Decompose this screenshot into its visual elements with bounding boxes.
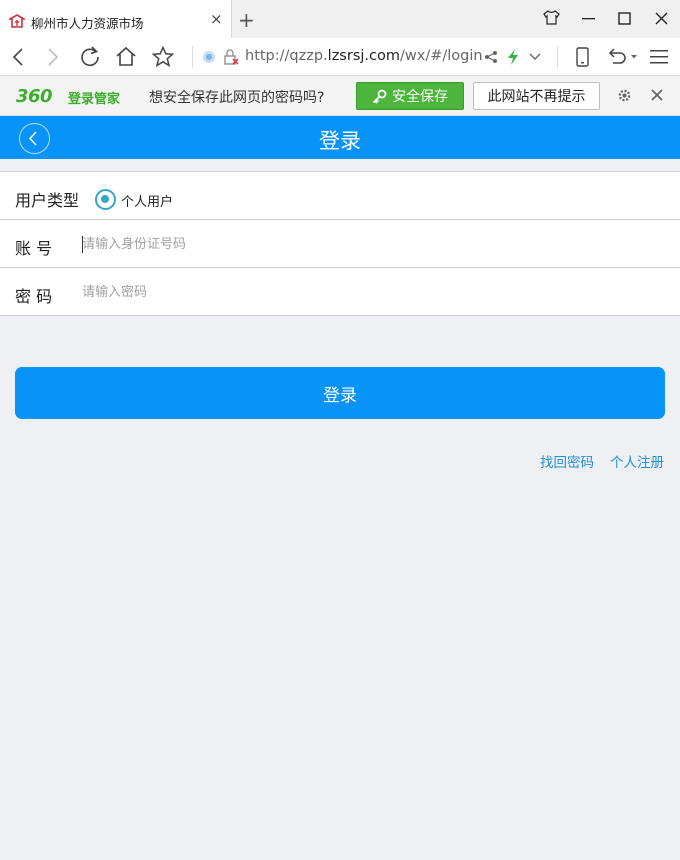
menu-hamburger-icon[interactable] bbox=[650, 49, 668, 64]
lightning-speed-icon[interactable] bbox=[507, 49, 519, 65]
safe-save-label: 安全保存 bbox=[392, 88, 448, 104]
browser-tab[interactable]: 柳州市人力资源市场 × bbox=[0, 0, 232, 38]
minimize-icon[interactable] bbox=[582, 18, 595, 20]
login-button[interactable]: 登录 bbox=[15, 367, 665, 419]
site-favicon-icon bbox=[9, 14, 25, 28]
url-domain: lzsrsj.com bbox=[327, 48, 400, 64]
forward-arrow-icon[interactable] bbox=[47, 48, 59, 66]
tab-title: 柳州市人力资源市场 bbox=[31, 16, 144, 31]
close-icon[interactable] bbox=[651, 89, 663, 101]
shirt-skin-icon[interactable] bbox=[543, 10, 560, 25]
save-password-question: 想安全保存此网页的密码吗? bbox=[149, 90, 325, 106]
new-tab-button[interactable]: + bbox=[238, 8, 255, 32]
personal-user-radio[interactable] bbox=[95, 189, 116, 210]
account-label: 账 号 bbox=[15, 239, 53, 258]
toolbar-divider bbox=[557, 46, 558, 68]
insecure-lock-icon[interactable] bbox=[223, 49, 239, 65]
undo-dropdown-icon[interactable] bbox=[631, 55, 637, 59]
maximize-icon[interactable] bbox=[618, 12, 631, 25]
password-manager-name: 登录管家 bbox=[68, 92, 121, 107]
refresh-icon[interactable] bbox=[79, 46, 101, 68]
password-input[interactable] bbox=[82, 279, 662, 305]
recover-password-link[interactable]: 找回密码 bbox=[540, 451, 594, 471]
home-icon[interactable] bbox=[115, 46, 137, 67]
gear-icon[interactable] bbox=[617, 88, 632, 103]
logo-360: 360 bbox=[16, 86, 53, 107]
browser-tab-bar: 柳州市人力资源市场 × + bbox=[0, 0, 680, 38]
tab-close-icon[interactable]: × bbox=[210, 10, 223, 28]
account-input[interactable] bbox=[82, 231, 662, 257]
mobile-device-icon[interactable] bbox=[576, 47, 589, 67]
never-for-site-button[interactable]: 此网站不再提示 bbox=[473, 82, 600, 110]
personal-user-label[interactable]: 个人用户 bbox=[121, 191, 173, 210]
password-row: 密 码 bbox=[0, 268, 680, 316]
chevron-down-icon[interactable] bbox=[529, 53, 541, 61]
user-type-label: 用户类型 bbox=[15, 191, 80, 210]
undo-icon[interactable] bbox=[608, 47, 628, 65]
password-label: 密 码 bbox=[15, 287, 53, 306]
app-header: 登录 bbox=[0, 116, 680, 159]
url-field[interactable]: http://qzzp.lzsrsj.com/wx/#/login bbox=[245, 48, 483, 64]
site-info-icon[interactable] bbox=[202, 50, 216, 64]
user-type-row: 用户类型 个人用户 bbox=[0, 172, 680, 220]
key-icon bbox=[372, 89, 387, 104]
password-manager-bar: 360 登录管家 想安全保存此网页的密码吗? 安全保存 此网站不再提示 bbox=[0, 76, 680, 116]
login-form: 用户类型 个人用户 账 号 密 码 bbox=[0, 171, 680, 316]
star-bookmark-icon[interactable] bbox=[152, 46, 174, 67]
url-path: /wx/#/login bbox=[400, 48, 483, 64]
window-close-icon[interactable] bbox=[655, 12, 668, 25]
toolbar-divider bbox=[192, 46, 193, 68]
address-toolbar: http://qzzp.lzsrsj.com/wx/#/login bbox=[0, 38, 680, 76]
safe-save-button[interactable]: 安全保存 bbox=[356, 82, 464, 110]
url-prefix: http://qzzp. bbox=[245, 48, 328, 64]
share-icon[interactable] bbox=[484, 50, 498, 64]
text-caret bbox=[82, 236, 83, 253]
back-arrow-icon[interactable] bbox=[12, 48, 24, 66]
account-row: 账 号 bbox=[0, 220, 680, 268]
register-link[interactable]: 个人注册 bbox=[610, 451, 664, 471]
page-title: 登录 bbox=[319, 129, 361, 153]
